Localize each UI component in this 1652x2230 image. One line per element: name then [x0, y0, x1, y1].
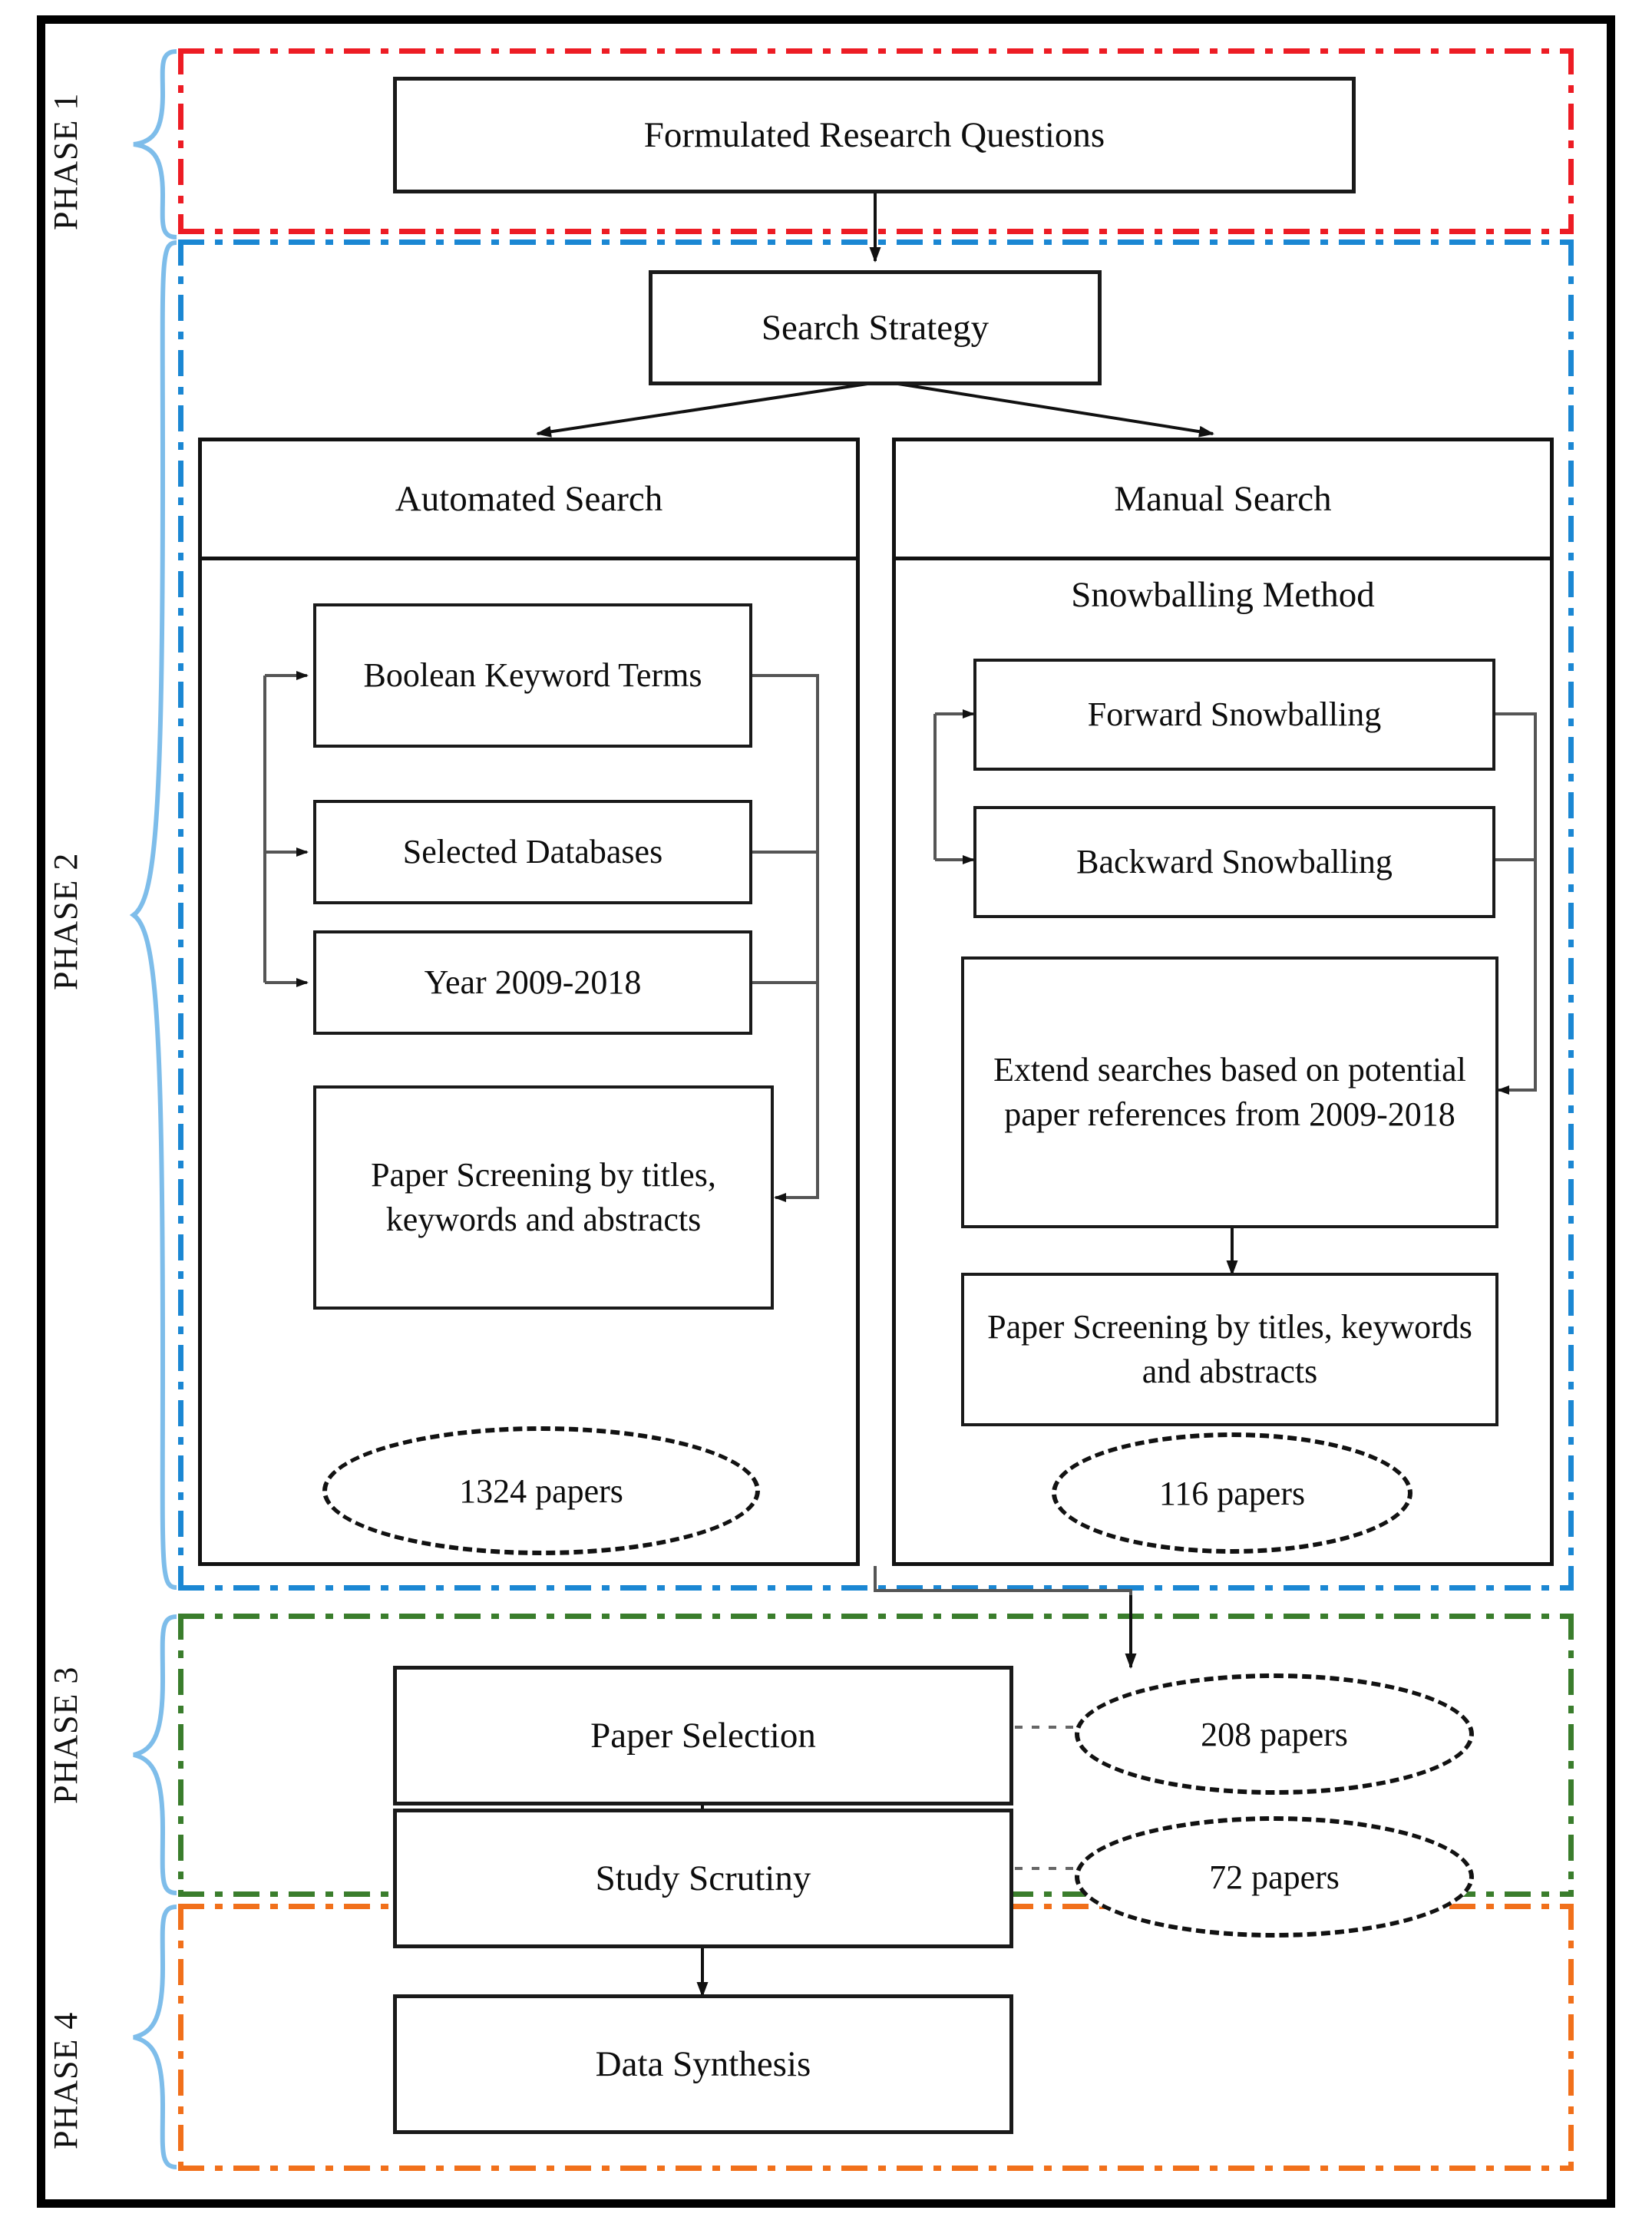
node-label: Year 2009-2018: [424, 963, 642, 1001]
ellipse-label: 1324 papers: [459, 1472, 623, 1510]
ellipse-paper-selection-result: 208 papers: [1075, 1673, 1474, 1795]
ellipse-study-scrutiny-result: 72 papers: [1075, 1816, 1474, 1938]
node-label: Paper Screening by titles, keywords and …: [371, 1155, 716, 1238]
node-label: Data Synthesis: [595, 2043, 811, 2084]
node-label: Selected Databases: [402, 832, 663, 871]
node-automated-paper-screening[interactable]: Paper Screening by titles, keywords and …: [313, 1085, 774, 1310]
phase-3-brace: [133, 1614, 177, 1895]
node-formulated-research-questions[interactable]: Formulated Research Questions: [393, 77, 1356, 193]
node-search-strategy[interactable]: Search Strategy: [649, 270, 1102, 385]
node-label: Formulated Research Questions: [643, 114, 1105, 155]
node-selected-databases[interactable]: Selected Databases: [313, 800, 752, 904]
node-label: Search Strategy: [761, 307, 990, 348]
node-label: Extend searches based on potential paper…: [993, 1050, 1466, 1133]
ellipse-label: 72 papers: [1209, 1858, 1340, 1896]
node-label: Backward Snowballing: [1076, 842, 1393, 880]
phase-1-label: PHASE 1: [47, 92, 84, 230]
label-snowballing-method: Snowballing Method: [892, 574, 1554, 616]
snowballing-method-text: Snowballing Method: [1071, 575, 1375, 615]
phase-2-brace: [129, 240, 177, 1590]
node-label: Boolean Keyword Terms: [363, 656, 702, 694]
phase-4-label: PHASE 4: [47, 2011, 84, 2149]
figure-canvas: PHASE 1 PHASE 2 PHASE 3 PHASE 4 Formulat…: [0, 0, 1652, 2230]
group-header-label: Automated Search: [395, 479, 663, 519]
node-label: Paper Selection: [590, 1715, 816, 1756]
node-label: Paper Screening by titles, keywords and …: [987, 1307, 1472, 1390]
node-boolean-keyword-terms[interactable]: Boolean Keyword Terms: [313, 603, 752, 748]
node-manual-paper-screening[interactable]: Paper Screening by titles, keywords and …: [961, 1273, 1498, 1426]
ellipse-label: 208 papers: [1201, 1715, 1348, 1753]
node-study-scrutiny[interactable]: Study Scrutiny: [393, 1809, 1013, 1948]
node-forward-snowballing[interactable]: Forward Snowballing: [973, 659, 1495, 771]
phase-1-brace: [133, 49, 177, 240]
node-label: Forward Snowballing: [1087, 695, 1382, 733]
phase-2-label: PHASE 2: [47, 852, 84, 990]
ellipse-automated-result: 1324 papers: [322, 1426, 760, 1555]
node-data-synthesis[interactable]: Data Synthesis: [393, 1994, 1013, 2134]
phase-4-brace: [133, 1905, 177, 2169]
ellipse-manual-result: 116 papers: [1052, 1432, 1412, 1554]
phase-3-label: PHASE 3: [47, 1666, 84, 1804]
node-backward-snowballing[interactable]: Backward Snowballing: [973, 806, 1495, 918]
ellipse-label: 116 papers: [1158, 1474, 1306, 1512]
group-manual-search-header: Manual Search: [896, 441, 1550, 560]
group-header-label: Manual Search: [1114, 479, 1332, 519]
group-automated-search-header: Automated Search: [202, 441, 856, 560]
node-label: Study Scrutiny: [595, 1858, 811, 1898]
node-year-range[interactable]: Year 2009-2018: [313, 930, 752, 1035]
node-paper-selection[interactable]: Paper Selection: [393, 1666, 1013, 1805]
node-extend-searches[interactable]: Extend searches based on potential paper…: [961, 956, 1498, 1228]
